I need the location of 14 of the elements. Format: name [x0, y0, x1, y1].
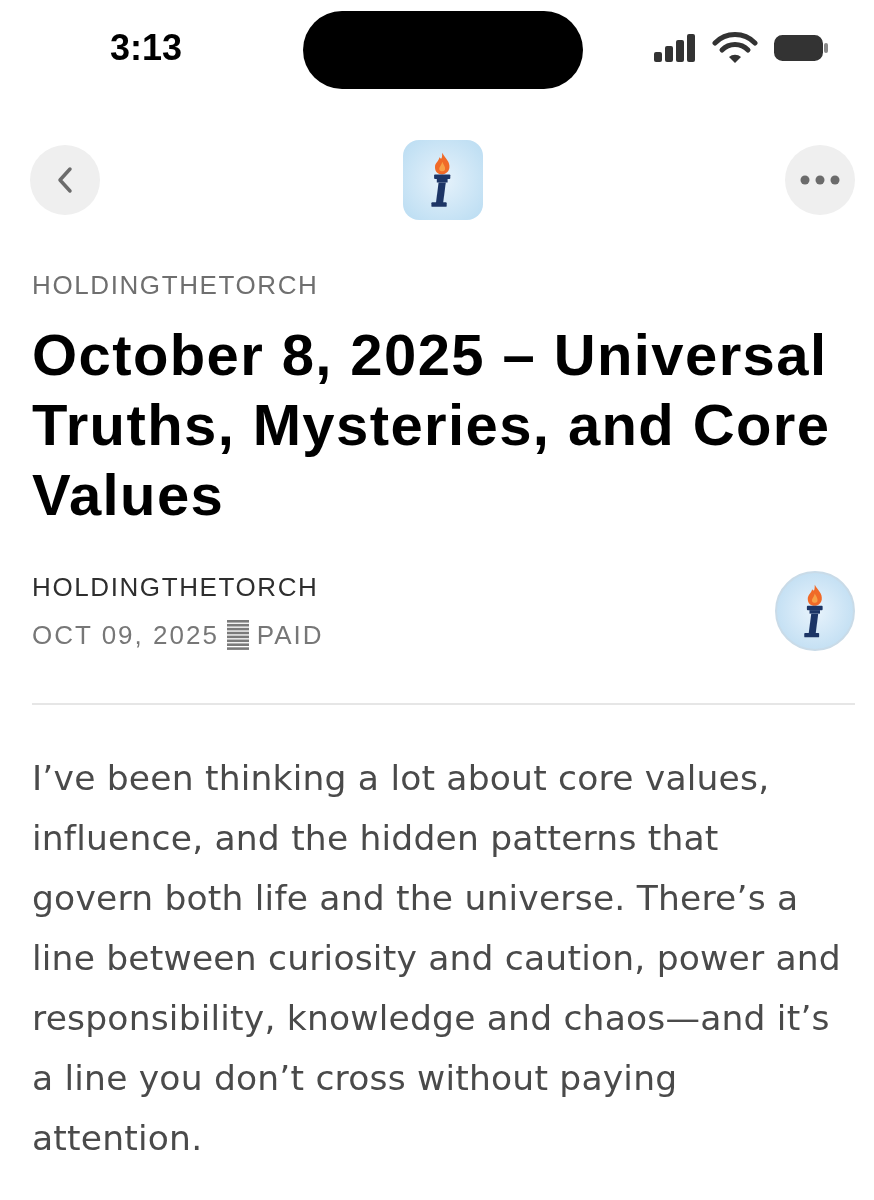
wifi-icon [712, 32, 758, 64]
more-icon [800, 175, 840, 185]
publication-name[interactable]: HOLDINGTHETORCH [32, 270, 319, 300]
battery-icon [774, 35, 828, 61]
striped-block-icon [226, 620, 249, 650]
post-title: October 8, 2025 – Universal Truths, Mysteries, and Core Values [32, 321, 832, 529]
access-label: PAID [256, 620, 324, 650]
torch-logo-icon[interactable] [402, 140, 483, 220]
signal-icon [654, 34, 696, 62]
chevron-left-icon [57, 166, 73, 194]
post-date: OCT 09, 2025 [32, 620, 219, 650]
post-paragraph: I’ve been thinking a lot about core values, influence, and the hidden patterns that govern both life and the universe. There’s a line between curiosity and caution, power and responsibility, knowledge and chaos—and it’s a line you don’t cross without paying attention. [32, 757, 842, 1160]
status-time: 3:13 [110, 27, 184, 69]
author-name[interactable]: HOLDINGTHETORCH [32, 572, 319, 602]
